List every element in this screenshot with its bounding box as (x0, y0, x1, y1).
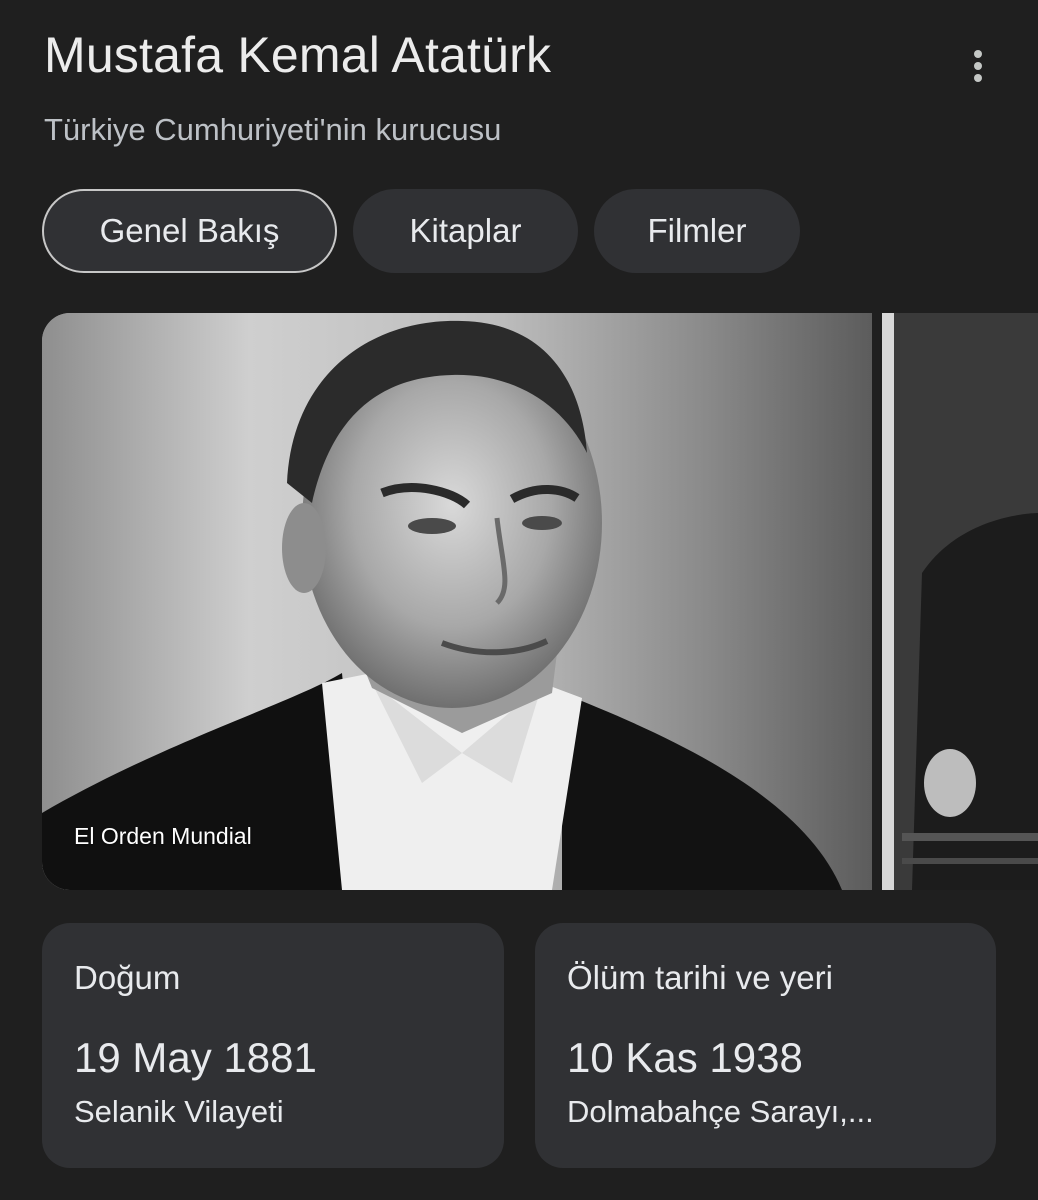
death-place: Dolmabahçe Sarayı,... (567, 1094, 874, 1129)
secondary-illustration (882, 313, 1038, 890)
tab-bar: Genel Bakış Kitaplar Filmler (42, 189, 800, 273)
tab-filmler[interactable]: Filmler (594, 189, 800, 273)
death-date: 10 Kas 1938 (567, 1034, 803, 1081)
tab-label: Filmler (647, 212, 747, 249)
portrait-illustration (42, 313, 872, 890)
image-source-caption: El Orden Mundial (74, 823, 252, 849)
birth-place: Selanik Vilayeti (74, 1094, 284, 1129)
main-portrait-image[interactable]: El Orden Mundial (42, 313, 872, 890)
more-options-button[interactable] (956, 44, 1000, 88)
page-title: Mustafa Kemal Atatürk (44, 27, 552, 83)
birth-label: Doğum (74, 959, 181, 996)
tab-label: Kitaplar (409, 212, 522, 249)
birth-date: 19 May 1881 (74, 1034, 317, 1081)
secondary-image[interactable] (882, 313, 1038, 890)
birth-info-card[interactable]: Doğum 19 May 1881 Selanik Vilayeti (42, 923, 504, 1168)
page-subtitle: Türkiye Cumhuriyeti'nin kurucusu (44, 112, 502, 147)
tab-label: Genel Bakış (99, 212, 280, 249)
tab-kitaplar[interactable]: Kitaplar (353, 189, 578, 273)
death-label: Ölüm tarihi ve yeri (567, 959, 833, 996)
death-info-card[interactable]: Ölüm tarihi ve yeri 10 Kas 1938 Dolmabah… (535, 923, 996, 1168)
more-vert-icon (974, 50, 982, 82)
tab-genel-bakis[interactable]: Genel Bakış (42, 189, 337, 273)
